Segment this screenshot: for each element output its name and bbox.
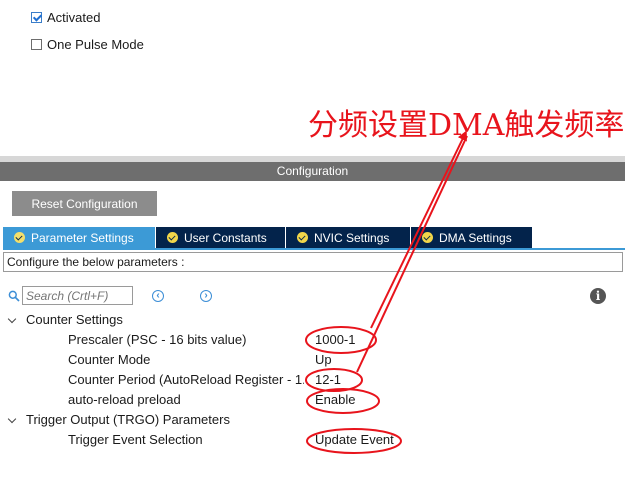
tabs-underline [3,248,625,250]
configure-info-bar: Configure the below parameters : [3,252,623,272]
param-row-counter-mode[interactable]: Counter Mode Up [0,350,625,370]
tab-user-constants[interactable]: User Constants [156,227,286,248]
param-row-auto-reload-preload[interactable]: auto-reload preload Enable [0,390,625,410]
param-value[interactable]: 12-1 [315,370,341,390]
check-ok-icon [14,232,25,243]
search-input[interactable] [22,286,133,305]
tab-dma-settings[interactable]: DMA Settings [411,227,533,248]
one-pulse-mode-label: One Pulse Mode [47,36,144,52]
check-ok-icon [167,232,178,243]
param-row-trigger-event-selection[interactable]: Trigger Event Selection Update Event [0,430,625,450]
reset-configuration-button[interactable]: Reset Configuration [12,191,157,216]
group-label: Counter Settings [26,312,123,327]
group-label: Trigger Output (TRGO) Parameters [26,412,230,427]
search-prev-icon[interactable]: ‹ [152,290,164,302]
chevron-down-icon[interactable] [7,414,17,424]
chevron-down-icon[interactable] [7,314,17,324]
param-label: Counter Mode [68,352,151,367]
param-value[interactable]: Update Event [315,430,394,450]
activated-checkbox-row[interactable]: Activated [31,9,100,25]
param-label: Counter Period (AutoReload Register - 1.… [68,372,304,387]
annotation-text: 分频设置DMA触发频率 [308,108,625,143]
info-icon[interactable]: i [590,288,606,304]
param-label: Trigger Event Selection [68,432,203,447]
param-value[interactable]: Enable [315,390,355,410]
param-value[interactable]: Up [315,350,332,370]
group-trigger-output[interactable]: Trigger Output (TRGO) Parameters [0,410,625,430]
tab-label: NVIC Settings [314,230,390,245]
search-icon [8,290,20,302]
one-pulse-mode-checkbox-row[interactable]: One Pulse Mode [31,36,144,52]
tab-label: DMA Settings [439,230,512,245]
param-value[interactable]: 1000-1 [315,330,355,350]
group-counter-settings[interactable]: Counter Settings [0,310,625,330]
check-ok-icon [422,232,433,243]
search-next-icon[interactable]: › [200,290,212,302]
param-label: Prescaler (PSC - 16 bits value) [68,332,247,347]
param-row-prescaler[interactable]: Prescaler (PSC - 16 bits value) 1000-1 [0,330,625,350]
param-label: auto-reload preload [68,392,181,407]
tab-nvic-settings[interactable]: NVIC Settings [286,227,411,248]
param-row-counter-period[interactable]: Counter Period (AutoReload Register - 1.… [0,370,625,390]
activated-checkbox[interactable] [31,11,42,23]
tab-label: Parameter Settings [31,230,134,245]
one-pulse-mode-checkbox[interactable] [31,38,42,50]
activated-label: Activated [47,9,101,25]
tab-label: User Constants [184,230,267,245]
configuration-header: Configuration [0,162,625,181]
tab-parameter-settings[interactable]: Parameter Settings [3,227,156,248]
check-ok-icon [297,232,308,243]
config-tabs: Parameter Settings User Constants NVIC S… [3,227,533,248]
